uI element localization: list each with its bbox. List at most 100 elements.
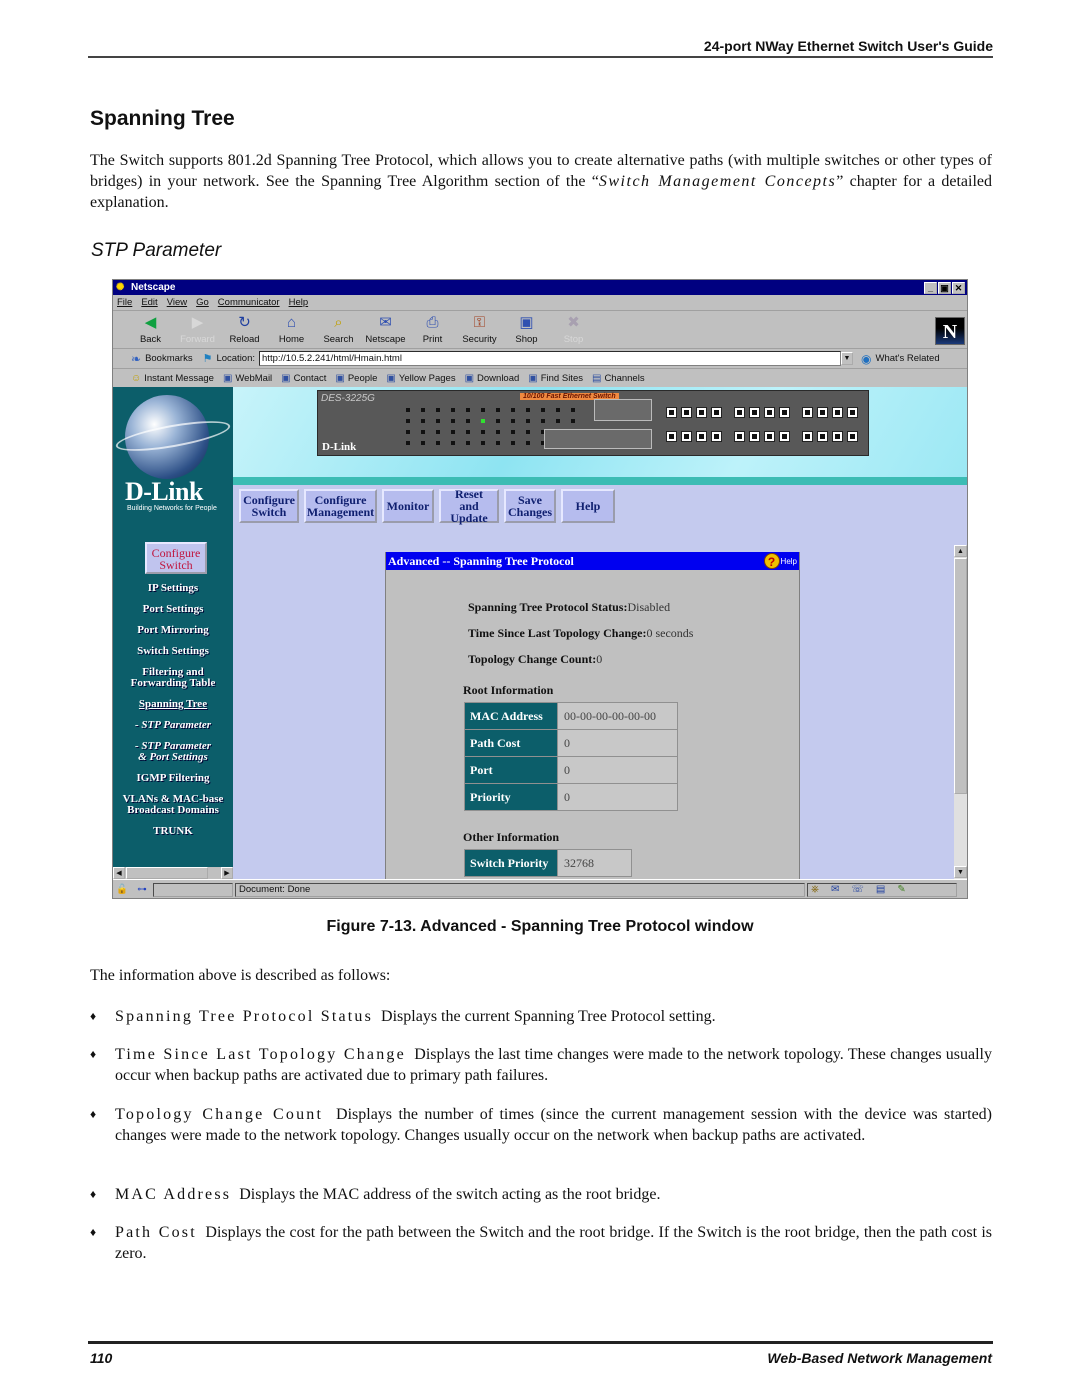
composer-icon[interactable]: ✎ [897, 884, 905, 896]
print-button[interactable]: ⎙ Print [409, 313, 456, 348]
table-row: Priority 0 [465, 784, 677, 810]
root-port-value: 0 [558, 757, 677, 783]
configure-switch-button[interactable]: Configure Switch [145, 542, 207, 574]
personal-item-download[interactable]: ▣ Download [465, 373, 520, 384]
port-led [436, 441, 440, 445]
port-led [436, 419, 440, 423]
nav-stp-parameter-port-settings[interactable]: - STP Parameter & Port Settings [113, 741, 233, 763]
switch-front-panel-image[interactable]: DES-3225G D-Link 10/100 Fast Ethernet Sw… [317, 390, 869, 456]
whats-related-button[interactable]: What's Related [876, 353, 940, 364]
nav-port-mirroring[interactable]: Port Mirroring [113, 625, 233, 636]
topology-count-value: 0 [596, 652, 603, 666]
nav-ip-settings[interactable]: IP Settings [113, 583, 233, 594]
personal-item-channels[interactable]: ▤ Channels [592, 373, 645, 384]
personal-item-webmail[interactable]: ▣ WebMail [223, 373, 272, 384]
netscape-app-icon: ✺ [116, 282, 125, 293]
nav-filtering-forwarding-table[interactable]: Filtering and Forwarding Table [113, 667, 233, 689]
nav-label: IP Settings [147, 582, 199, 594]
port-led [496, 419, 500, 423]
nav-vlans-broadcast-domains[interactable]: VLANs & MAC-base Broadcast Domains [113, 794, 233, 816]
scroll-thumb[interactable] [954, 558, 967, 794]
forward-button[interactable]: ▶ Forward [174, 313, 221, 348]
minimize-button[interactable]: _ [924, 281, 937, 294]
search-button[interactable]: ⌕ Search [315, 313, 362, 348]
port-led [466, 430, 470, 434]
root-path-cost-key: Path Cost [465, 730, 557, 756]
right-frame-vertical-scrollbar[interactable]: ▲ ▼ [954, 545, 967, 879]
location-input[interactable]: http://10.5.2.241/html/Hmain.html [259, 351, 842, 366]
stop-button[interactable]: ✖ Stop [550, 313, 597, 348]
scroll-right-button[interactable]: ▶ [221, 867, 233, 879]
ethernet-port [847, 431, 858, 442]
security-status-icon[interactable]: 🔓 [113, 884, 131, 895]
navigator-icon[interactable]: ⎈ [811, 884, 819, 896]
close-button[interactable]: ✕ [952, 281, 965, 294]
scroll-down-button[interactable]: ▼ [954, 866, 967, 878]
netscape-button[interactable]: ✉ Netscape [362, 313, 409, 348]
person-icon: ☺ [131, 373, 142, 384]
tab-monitor[interactable]: Monitor [382, 489, 434, 523]
tab-reset-update[interactable]: Reset and Update [439, 488, 499, 524]
scroll-thumb[interactable] [126, 867, 208, 879]
nav-stp-parameter[interactable]: - STP Parameter [113, 720, 233, 731]
root-info-heading: Root Information [463, 683, 554, 697]
personal-item-find-sites[interactable]: ▣ Find Sites [528, 373, 583, 384]
time-since-change-value: 0 seconds [646, 626, 694, 640]
bookmark-page-icon: ▣ [386, 373, 396, 384]
status-text: Document: Done [235, 882, 805, 897]
tab-save-changes[interactable]: Save Changes [504, 489, 556, 523]
menu-communicator[interactable]: Communicator [218, 297, 280, 308]
nav-igmp-filtering[interactable]: IGMP Filtering [113, 773, 233, 784]
tab-help[interactable]: Help [561, 489, 615, 523]
switch-brand: D-Link [322, 441, 357, 453]
home-label: Home [278, 334, 305, 345]
personal-item-people[interactable]: ▣ People [335, 373, 377, 384]
personal-item-contact[interactable]: ▣ Contact [281, 373, 326, 384]
ethernet-port [779, 431, 790, 442]
security-button[interactable]: ⚿ Security [456, 313, 503, 348]
reload-label: Reload [229, 334, 260, 345]
left-frame-horizontal-scrollbar[interactable]: ◀ ▶ [113, 867, 233, 879]
stp-status-value: Disabled [627, 600, 671, 614]
personal-item-yellow-pages[interactable]: ▣ Yellow Pages [386, 373, 455, 384]
menu-help[interactable]: Help [289, 297, 309, 308]
personal-item-instant-message[interactable]: ☺ Instant Message [131, 373, 214, 384]
nav-label: - STP Parameter & Port Settings [135, 740, 211, 763]
nav-switch-settings[interactable]: Switch Settings [113, 646, 233, 657]
nav-trunk[interactable]: TRUNK [113, 826, 233, 837]
reload-button[interactable]: ↻ Reload [221, 313, 268, 348]
location-dropdown-button[interactable]: ▼ [841, 352, 854, 365]
help-link[interactable]: ? Help [763, 553, 799, 569]
security-lock-icon: ⚿ [473, 314, 486, 331]
tab-configure-management[interactable]: Configure Management [304, 489, 377, 523]
personal-item-label: Yellow Pages [398, 373, 456, 384]
back-button[interactable]: ◀ Back [127, 313, 174, 348]
scroll-left-button[interactable]: ◀ [113, 867, 125, 879]
scroll-up-button[interactable]: ▲ [954, 545, 967, 557]
stp-status-label: Spanning Tree Protocol Status: [468, 600, 628, 614]
home-button[interactable]: ⌂ Home [268, 313, 315, 348]
nav-label: Port Mirroring [137, 624, 209, 636]
root-mac-key: MAC Address [465, 703, 557, 729]
port-led [451, 419, 455, 423]
menu-file[interactable]: File [117, 297, 132, 308]
tab-configure-switch[interactable]: Configure Switch [239, 489, 299, 523]
diamond-bullet-icon: ♦ [90, 1187, 97, 1201]
mail-icon[interactable]: ✉ [831, 884, 839, 896]
menu-go[interactable]: Go [196, 297, 209, 308]
port-led [511, 408, 515, 412]
shop-button[interactable]: ▣ Shop [503, 313, 550, 348]
maximize-button[interactable]: ▣ [938, 281, 951, 294]
newsgroups-icon[interactable]: ☏ [851, 884, 864, 896]
personal-item-label: WebMail [235, 373, 273, 384]
ethernet-port [832, 407, 843, 418]
nav-port-settings[interactable]: Port Settings [113, 604, 233, 615]
menu-edit[interactable]: Edit [141, 297, 157, 308]
ethernet-port [817, 407, 828, 418]
address-book-icon[interactable]: ▤ [876, 884, 885, 896]
search-label: Search [323, 334, 354, 345]
bookmarks-button[interactable]: Bookmarks [145, 353, 193, 364]
nav-spanning-tree[interactable]: Spanning Tree [113, 699, 233, 710]
stp-panel-header: Advanced -- Spanning Tree Protocol ? Help [386, 552, 799, 570]
menu-view[interactable]: View [167, 297, 187, 308]
